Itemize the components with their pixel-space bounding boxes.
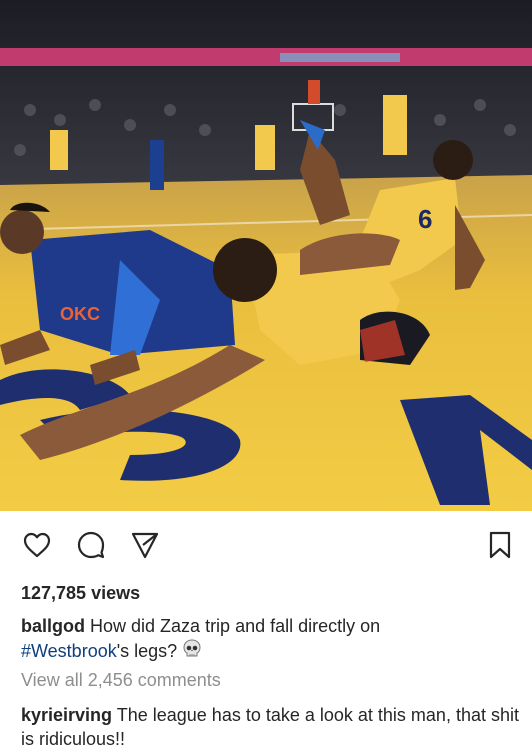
svg-text:OKC: OKC (60, 304, 100, 324)
led-ribbon-board (0, 48, 532, 66)
caption-username[interactable]: ballgod (21, 616, 85, 636)
court-scene: 6 OKC (0, 0, 532, 511)
caption-hashtag[interactable]: #Westbrook (21, 641, 117, 661)
comment-username[interactable]: kyrieirving (21, 705, 112, 725)
comment-button[interactable] (75, 529, 107, 561)
comment-item: kyrieirving The league has to take a loo… (21, 703, 521, 750)
view-all-comments-link[interactable]: View all 2,456 comments (21, 670, 221, 691)
like-button[interactable] (21, 529, 53, 561)
post-caption: ballgod How did Zaza trip and fall direc… (21, 614, 516, 666)
comment-bubble-icon (77, 531, 105, 559)
jersey-number: 6 (418, 204, 432, 234)
view-count[interactable]: 127,785 views (21, 583, 140, 604)
paper-plane-icon (131, 532, 159, 559)
post-image[interactable]: 6 OKC (0, 0, 532, 511)
post-action-bar (0, 521, 532, 571)
caption-text: How did Zaza trip and fall directly on (90, 616, 381, 636)
save-button[interactable] (484, 529, 516, 561)
heart-icon (23, 532, 51, 558)
caption-text-suffix: 's legs? (116, 641, 178, 661)
bookmark-icon (489, 531, 511, 559)
share-button[interactable] (129, 529, 161, 561)
skull-icon (181, 638, 203, 666)
